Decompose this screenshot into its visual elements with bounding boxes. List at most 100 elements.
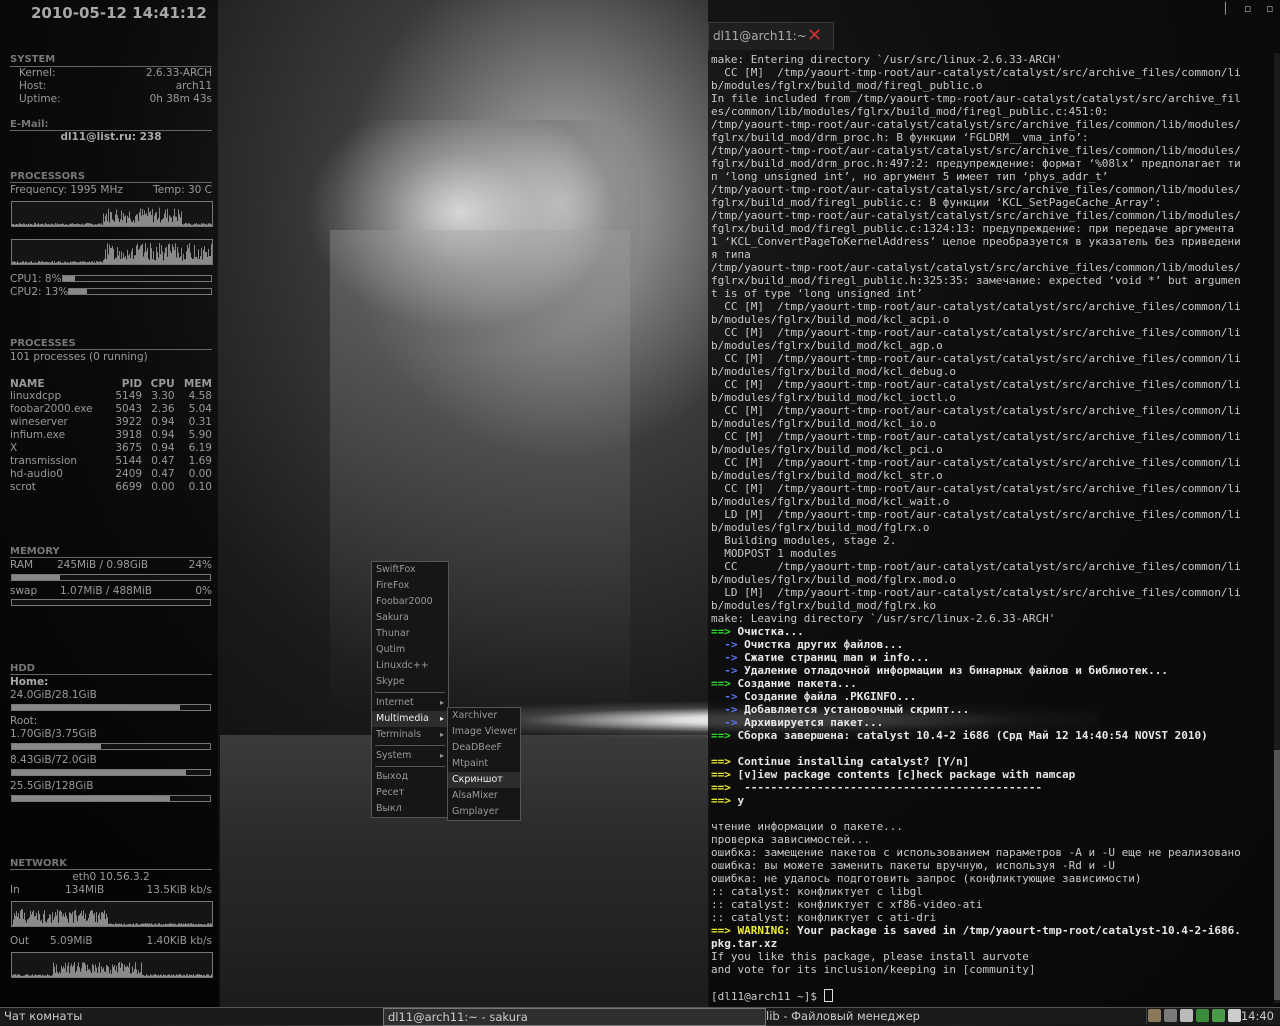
- graph-sample: [47, 919, 48, 926]
- taskbar-task[interactable]: lib - Файловый менеджер: [762, 1008, 1147, 1024]
- menu-item[interactable]: AlsaMixer: [448, 788, 520, 804]
- graph-sample: [72, 223, 73, 226]
- graph-sample: [20, 262, 21, 264]
- graph-sample: [67, 224, 68, 226]
- menu-item[interactable]: Terminals ▸: [372, 727, 448, 743]
- desktop-menu[interactable]: SwiftFox FireFox Foobar2000 Sakura Thunar Qut…: [371, 561, 449, 818]
- hdd-root-label: Root:: [10, 715, 38, 727]
- graph-sample: [40, 224, 41, 226]
- graph-sample: [103, 967, 104, 977]
- terminal-scrollbar-thumb[interactable]: [1274, 750, 1280, 1000]
- graph-sample: [159, 243, 160, 264]
- terminal-line: [dl11@arch11 ~]$: [711, 989, 1276, 1003]
- graph-sample: [160, 254, 161, 264]
- graph-sample: [127, 249, 128, 264]
- graph-sample: [47, 224, 48, 226]
- menu-item[interactable]: Выход: [372, 769, 448, 785]
- graph-sample: [205, 975, 206, 977]
- graph-sample: [41, 975, 42, 977]
- graph-sample: [96, 912, 97, 926]
- menu-item[interactable]: Image Viewer: [448, 724, 520, 740]
- taskbar-task[interactable]: Чат комнаты: [0, 1008, 385, 1024]
- menu-item[interactable]: DeaDBeeF: [448, 740, 520, 756]
- terminal-line: CC [M] /tmp/yaourt-tmp-root/aur-catalyst…: [711, 66, 1276, 79]
- graph-sample: [201, 974, 202, 977]
- menu-item[interactable]: Mtpaint: [448, 756, 520, 772]
- tray-network-icon[interactable]: [1196, 1009, 1209, 1022]
- tray-torrent-icon[interactable]: [1212, 1009, 1225, 1022]
- graph-sample: [191, 257, 192, 264]
- menu-item[interactable]: SwiftFox: [372, 562, 448, 578]
- maximize-icon[interactable]: ▫: [1266, 2, 1273, 15]
- graph-sample: [66, 262, 67, 264]
- graph-sample: [37, 262, 38, 264]
- graph-sample: [148, 975, 149, 977]
- graph-sample: [202, 223, 203, 226]
- menu-item[interactable]: Qutim: [372, 642, 448, 658]
- tray-user-icon[interactable]: [1148, 1009, 1161, 1022]
- terminal-output[interactable]: make: Entering directory `/usr/src/linux…: [711, 53, 1276, 1003]
- tray-printer-icon[interactable]: [1164, 1009, 1177, 1022]
- menu-item[interactable]: Linuxdc++: [372, 658, 448, 674]
- graph-sample: [114, 259, 115, 264]
- graph-sample: [49, 974, 50, 977]
- terminal-text: fglrx/build_mod/firegl_public.h:325:35: …: [711, 274, 1241, 287]
- menu-item[interactable]: FireFox: [372, 578, 448, 594]
- graph-sample: [97, 922, 98, 926]
- graph-sample: [181, 247, 182, 264]
- graph-sample: [12, 261, 13, 264]
- menu-item[interactable]: Sakura: [372, 610, 448, 626]
- window-menu-icon[interactable]: │: [1222, 2, 1229, 15]
- graph-sample: [63, 223, 64, 226]
- graph-sample: [204, 974, 205, 977]
- graph-sample: [89, 223, 90, 226]
- menu-item[interactable]: Ресет: [372, 785, 448, 801]
- menu-item[interactable]: Multimedia ▸: [372, 711, 448, 727]
- menu-item[interactable]: System ▸: [372, 748, 448, 764]
- graph-sample: [139, 924, 140, 926]
- graph-sample: [74, 224, 75, 226]
- terminal-line: :: catalyst: конфликтует с libgl: [711, 885, 1276, 898]
- graph-sample: [152, 924, 153, 926]
- graph-sample: [42, 223, 43, 226]
- menu-item[interactable]: Foobar2000: [372, 594, 448, 610]
- graph-sample: [168, 924, 169, 926]
- close-tab-icon[interactable]: ✕: [807, 25, 822, 46]
- graph-sample: [67, 918, 68, 926]
- terminal-line: ==> Continue installing catalyst? [Y/n]: [711, 755, 1276, 768]
- graph-sample: [195, 975, 196, 977]
- graph-sample: [206, 223, 207, 226]
- graph-sample: [138, 970, 139, 977]
- minimize-icon[interactable]: ▫: [1244, 2, 1251, 15]
- graph-sample: [121, 923, 122, 926]
- menu-item[interactable]: Xarchiver: [448, 708, 520, 724]
- menu-item[interactable]: Выкл: [372, 801, 448, 817]
- terminal-titlebar[interactable]: │ ▫ ▫: [708, 0, 1280, 20]
- graph-sample: [90, 262, 91, 264]
- taskbar-clock[interactable]: 14:40: [1241, 1008, 1274, 1024]
- tray-messenger-icon[interactable]: [1228, 1009, 1241, 1022]
- email-title: E-Mail:: [10, 119, 49, 130]
- taskbar-task[interactable]: dl11@arch11:~ - sakura: [383, 1008, 766, 1026]
- graph-sample: [68, 962, 69, 977]
- hdd-root-bar: [11, 743, 211, 750]
- menu-item[interactable]: Thunar: [372, 626, 448, 642]
- menu-item[interactable]: Skype: [372, 674, 448, 690]
- graph-sample: [105, 215, 106, 226]
- terminal-window[interactable]: │ ▫ ▫ dl11@arch11:~ ✕ make: Entering dir…: [708, 0, 1280, 1007]
- graph-sample: [16, 262, 17, 264]
- graph-sample: [101, 912, 102, 926]
- graph-sample: [145, 214, 146, 226]
- graph-sample: [132, 221, 133, 226]
- process-cell: scrot: [10, 481, 36, 493]
- tray-shield-icon[interactable]: [1180, 1009, 1193, 1022]
- graph-sample: [38, 910, 39, 926]
- menu-item[interactable]: Internet ▸: [372, 695, 448, 711]
- terminal-tab[interactable]: dl11@arch11:~ ✕: [708, 22, 834, 50]
- menu-item[interactable]: Gmplayer: [448, 804, 520, 820]
- process-cell: 0.94: [151, 416, 175, 428]
- graph-sample: [54, 916, 55, 926]
- menu-item[interactable]: Скриншот: [448, 772, 520, 788]
- terminal-cursor[interactable]: [823, 989, 833, 1002]
- multimedia-submenu[interactable]: Xarchiver Image Viewer DeaDBeeF Mtpaint Скри…: [447, 707, 521, 821]
